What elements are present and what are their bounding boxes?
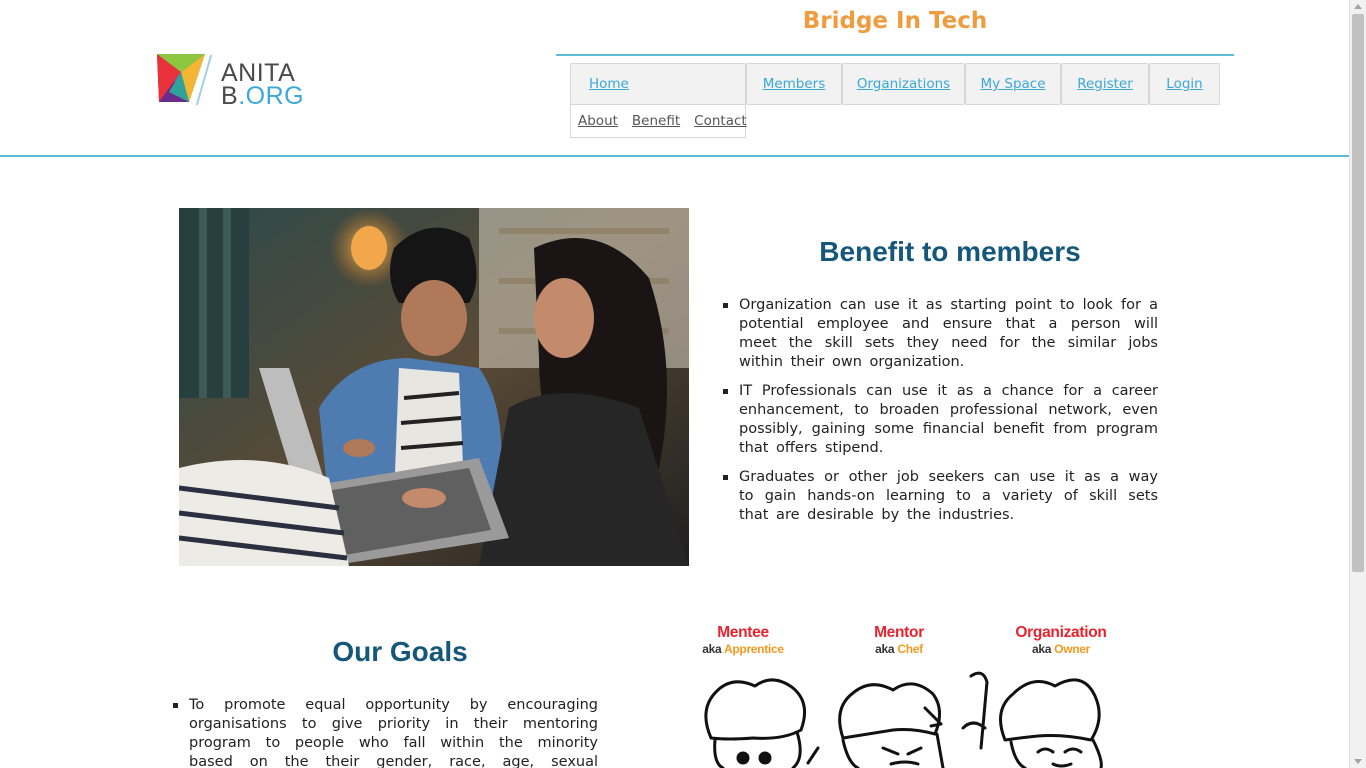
goal-item: To promote equal opportunity by encourag… (172, 696, 598, 768)
nav-members-button[interactable]: Members (746, 63, 842, 105)
goals-heading: Our Goals (332, 636, 468, 667)
scrollbar-thumb[interactable] (1352, 14, 1364, 572)
nav-members-label: Members (762, 76, 826, 92)
nav-register-button[interactable]: Register (1061, 63, 1149, 105)
role-name: Mentor (874, 624, 924, 641)
nav-register-label: Register (1077, 76, 1133, 92)
logo-wordmark: ANITA B.ORG (221, 61, 305, 110)
nav-login-button[interactable]: Login (1149, 63, 1220, 105)
role-aka: aka Apprentice (697, 642, 789, 656)
role-alias: Chef (897, 642, 923, 656)
logo-org: ORG (245, 82, 305, 110)
submenu-about-link[interactable]: About (578, 113, 618, 129)
nav-organizations-button[interactable]: Organizations (842, 63, 965, 105)
scroll-down-arrow-icon[interactable] (1354, 759, 1362, 764)
benefit-heading: Benefit to members (819, 236, 1081, 267)
nav-login-label: Login (1166, 76, 1203, 92)
scroll-up-arrow-icon[interactable] (1354, 4, 1362, 9)
aka-label: aka (702, 642, 722, 656)
chef-figures-drawing (704, 671, 1103, 768)
logo-dot: . (238, 82, 246, 110)
role-mentee: Mentee aka Apprentice (697, 624, 789, 656)
nav-my-space-label: My Space (980, 76, 1046, 92)
submenu-contact-link[interactable]: Contact (694, 113, 747, 129)
role-organization: Organization aka Owner (1011, 624, 1111, 656)
role-alias: Apprentice (724, 642, 784, 656)
logo-b: B (221, 82, 239, 110)
page-scrollbar[interactable] (1349, 0, 1366, 768)
nav-organizations-label: Organizations (856, 76, 951, 92)
benefit-list: Organization can use it as starting poin… (722, 296, 1158, 535)
aka-label: aka (875, 642, 895, 656)
benefit-item: Organization can use it as starting poin… (722, 296, 1158, 372)
role-aka: aka Owner (1011, 642, 1111, 656)
nav-home-button[interactable]: Home (570, 63, 746, 105)
role-alias: Owner (1054, 642, 1090, 656)
aka-label: aka (1031, 642, 1052, 656)
role-name: Mentee (717, 624, 769, 641)
home-submenu: About Benefit Contact (570, 104, 747, 138)
women-with-laptop-photo (179, 208, 689, 566)
role-aka: aka Chef (859, 642, 939, 656)
role-name: Organization (1015, 624, 1107, 641)
nav-home-label: Home (589, 76, 629, 92)
roles-illustration: Mentee aka Apprentice Mentor aka Chef Or… (693, 620, 1123, 768)
role-mentor: Mentor aka Chef (859, 624, 939, 656)
benefit-item: Graduates or other job seekers can use i… (722, 468, 1158, 525)
nav-my-space-button[interactable]: My Space (965, 63, 1061, 105)
photo-illustration (179, 208, 689, 566)
title-underline (556, 54, 1234, 56)
submenu-benefit-link[interactable]: Benefit (632, 113, 680, 129)
logo-line-2: B.ORG (221, 82, 305, 110)
site-title: Bridge In Tech (802, 8, 988, 34)
goals-list: To promote equal opportunity by encourag… (172, 696, 598, 768)
benefit-item: IT Professionals can use it as a chance … (722, 382, 1158, 458)
anita-borg-logo[interactable]: ANITA B.ORG (155, 52, 310, 110)
